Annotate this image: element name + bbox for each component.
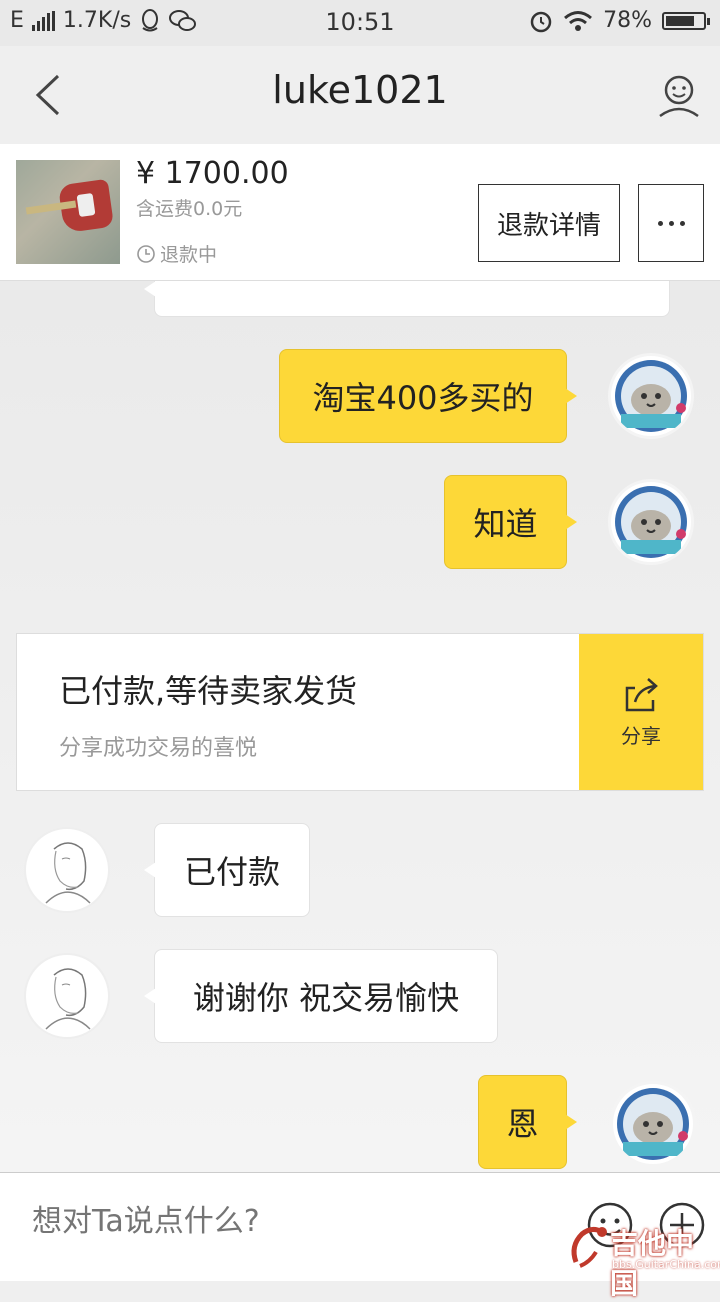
message-bubble[interactable]: 知道 — [444, 475, 577, 569]
watermark-url: bbs.GuitarChina.com — [612, 1258, 720, 1271]
cat-astronaut-avatar — [615, 360, 687, 432]
order-shipping: 含运费0.0元 — [136, 198, 243, 220]
share-icon — [625, 677, 658, 711]
order-price: ¥ 1700.00 — [136, 156, 289, 191]
chat-area[interactable]: 淘宝400多买的 知道 已付款,等待卖家发货 分享成功交易的喜悦 分享 已付款 … — [0, 281, 720, 1172]
refund-details-button[interactable]: 退款详情 — [478, 184, 620, 262]
sketch-portrait-avatar — [45, 968, 91, 1030]
my-avatar[interactable] — [608, 353, 694, 439]
dot-icon — [657, 220, 663, 226]
page-title: luke1021 — [272, 68, 448, 112]
alarm-icon — [530, 11, 552, 32]
message-bubble-partial — [144, 281, 670, 317]
payment-status-title: 已付款,等待卖家发货 — [59, 672, 358, 710]
message-bubble[interactable]: 谢谢你 祝交易愉快 — [144, 949, 498, 1043]
battery-fill — [666, 15, 695, 26]
status-right: 78% — [529, 8, 710, 33]
wifi-icon — [564, 10, 593, 31]
more-options-button[interactable] — [638, 184, 704, 262]
share-label: 分享 — [621, 723, 661, 748]
payment-status-subtitle: 分享成功交易的喜悦 — [59, 736, 258, 761]
share-button[interactable]: 分享 — [579, 634, 703, 790]
my-avatar[interactable] — [610, 1081, 696, 1167]
site-watermark: 吉他中国 bbs.GuitarChina.com — [566, 1218, 720, 1300]
profile-icon[interactable] — [656, 72, 702, 118]
battery-percent: 78% — [603, 8, 652, 33]
their-avatar[interactable] — [24, 827, 110, 913]
my-avatar[interactable] — [608, 479, 694, 565]
cat-astronaut-avatar — [617, 1088, 689, 1160]
clock-icon — [137, 244, 155, 263]
message-bubble[interactable]: 已付款 — [144, 823, 310, 917]
dot-icon — [679, 220, 685, 226]
order-card[interactable]: ¥ 1700.00 含运费0.0元 退款中 退款详情 — [0, 144, 720, 281]
payment-status-card[interactable]: 已付款,等待卖家发货 分享成功交易的喜悦 分享 — [16, 633, 704, 791]
cat-astronaut-avatar — [615, 486, 687, 558]
message-input[interactable] — [30, 1203, 554, 1240]
sketch-portrait-avatar — [45, 842, 91, 904]
dot-icon — [668, 220, 674, 226]
battery-icon — [662, 11, 710, 30]
their-avatar[interactable] — [24, 953, 110, 1039]
lobster-logo-icon — [571, 1226, 607, 1268]
status-bar: E 1.7K/s 10:51 78% — [0, 0, 720, 46]
message-bubble[interactable]: 恩 — [478, 1075, 577, 1169]
product-thumbnail[interactable] — [16, 160, 120, 264]
order-status-label: 退款中 — [160, 244, 218, 266]
order-status: 退款中 — [136, 240, 217, 267]
message-bubble[interactable]: 淘宝400多买的 — [279, 349, 577, 443]
title-bar: luke1021 — [0, 46, 720, 144]
